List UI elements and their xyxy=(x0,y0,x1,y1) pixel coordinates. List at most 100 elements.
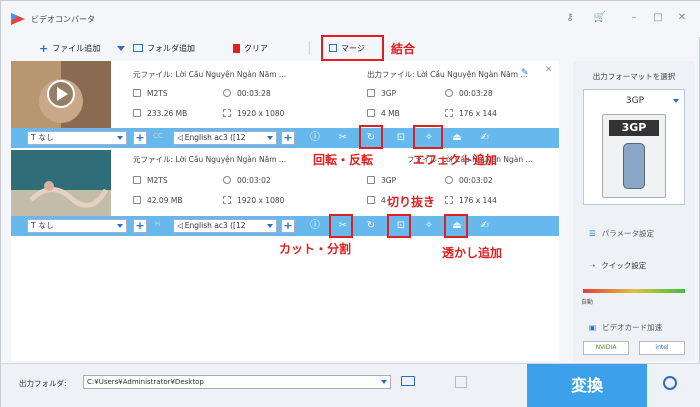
convert-button[interactable]: 変換 xyxy=(527,364,647,407)
chip-icon: ▣ xyxy=(589,322,597,332)
merge-highlight xyxy=(321,35,384,61)
file-list: 元ファイル: Lời Cầu Nguyện Ngàn Năm ... M2TS … xyxy=(11,61,559,361)
gpu-acceleration-label: ビデオカード加速 xyxy=(602,322,663,332)
speaker-icon: ◁ xyxy=(177,221,183,230)
resolution-icon xyxy=(223,109,231,117)
parameter-settings-button[interactable]: ☰ パラメータ設定 xyxy=(583,225,685,241)
rotate-icon[interactable]: ↻ xyxy=(363,218,379,234)
output-duration: 00:03:02 xyxy=(445,176,493,185)
clock-icon xyxy=(445,89,453,97)
subtitle-select[interactable]: T なし xyxy=(27,131,127,145)
app-logo-icon xyxy=(11,13,25,25)
quality-auto-label: 自動 xyxy=(581,299,594,306)
add-audio-button[interactable]: + xyxy=(281,131,295,145)
info-icon[interactable]: ⓘ xyxy=(307,130,323,146)
format-select-label: 出力フォーマットを選択 xyxy=(592,72,676,81)
source-file-name: 元ファイル: Lời Cầu Nguyện Ngàn Năm ... xyxy=(133,155,287,164)
minimize-icon[interactable]: – xyxy=(627,11,641,25)
output-size: 4 xyxy=(367,196,386,205)
thumbnail-image xyxy=(11,150,111,217)
effect-wand-icon[interactable]: ✧ xyxy=(421,218,437,234)
format-badge: 3GP xyxy=(609,120,659,136)
chevron-down-icon xyxy=(117,136,123,140)
watermark-stamp-icon[interactable]: ⏏ xyxy=(449,130,465,146)
chevron-down-icon xyxy=(673,99,679,103)
info-icon[interactable]: ⓘ xyxy=(307,218,323,234)
output-resolution: 176 x 144 xyxy=(445,109,497,118)
close-icon[interactable]: ✕ xyxy=(675,11,689,25)
rotate-highlight xyxy=(359,125,383,149)
toolbar-divider xyxy=(309,41,310,55)
file-icon xyxy=(133,109,141,117)
rotate-annotation: 回転・反転 xyxy=(313,153,374,167)
hd-icon[interactable]: H xyxy=(155,220,160,228)
source-resolution: 1920 x 1080 xyxy=(223,196,284,205)
title-bar: ビデオコンバータ ⚷ 🛒 – □ ✕ xyxy=(1,1,700,37)
file-icon xyxy=(133,196,141,204)
source-file-name: 元ファイル: Lời Cầu Nguyện Ngàn Năm ... xyxy=(133,70,287,79)
toolbar: + ファイル追加 フォルダ追加 クリア マージ xyxy=(9,37,569,59)
output-preview-icon[interactable] xyxy=(455,376,467,388)
output-file-name: 出力ファイル: Lời Cầu Nguyện Ngàn Năm ... xyxy=(367,70,528,79)
sliders-icon: ☰ xyxy=(589,228,596,238)
format-file-icon: 3GP xyxy=(602,114,666,198)
remove-file-icon[interactable]: ✕ xyxy=(545,65,553,75)
add-subtitle-button[interactable]: + xyxy=(133,219,147,233)
watermark-highlight xyxy=(444,214,468,238)
add-file-dropdown[interactable] xyxy=(117,41,125,55)
video-format-icon xyxy=(133,89,141,97)
text-icon: T xyxy=(31,221,36,230)
video-format-icon xyxy=(133,176,141,184)
subtitle-edit-icon[interactable]: ✍ xyxy=(477,218,493,234)
add-file-button[interactable]: + ファイル追加 xyxy=(39,41,100,55)
cc-icon[interactable]: CC xyxy=(153,132,163,140)
video-thumbnail[interactable] xyxy=(11,150,111,217)
effect-highlight xyxy=(413,125,443,149)
output-resolution: 176 x 144 xyxy=(445,196,497,205)
clear-button[interactable]: クリア xyxy=(233,41,268,55)
intel-badge: intel xyxy=(639,341,685,355)
edit-name-icon[interactable]: ✎ xyxy=(521,68,529,78)
add-audio-button[interactable]: + xyxy=(281,219,295,233)
video-thumbnail[interactable] xyxy=(11,61,111,128)
audio-track-select[interactable]: ◁ English ac3 ([12 xyxy=(173,131,277,145)
crop-icon[interactable]: ⊡ xyxy=(393,130,409,146)
subtitle-select[interactable]: T なし xyxy=(27,219,127,233)
chevron-down-icon xyxy=(117,224,123,228)
video-format-icon xyxy=(367,176,375,184)
scissors-icon[interactable]: ✂ xyxy=(335,130,351,146)
chevron-down-icon xyxy=(381,380,387,384)
source-duration: 00:03:02 xyxy=(223,176,271,185)
edit-toolbar: T なし + CC ◁ English ac3 ([12 + ⓘ ✂ ↻ ⊡ ✧ ⏏… xyxy=(11,128,559,148)
app-title: ビデオコンバータ xyxy=(31,15,95,24)
output-settings-panel: 出力フォーマットを選択 3GP 3GP ☰ パラメータ設定 ➝ クイック設定 自… xyxy=(573,61,695,361)
file-row: 元ファイル: Lời Cầu Nguyện Ngàn Năm ... M2TS … xyxy=(11,61,559,149)
video-format-icon xyxy=(367,89,375,97)
cart-icon[interactable]: 🛒 xyxy=(593,11,607,25)
arrow-icon: ➝ xyxy=(589,260,596,270)
source-size: 233.26 MB xyxy=(133,109,187,118)
add-folder-button[interactable]: フォルダ追加 xyxy=(133,41,195,55)
trash-icon xyxy=(233,43,240,53)
file-icon xyxy=(367,109,375,117)
alarm-clock-icon[interactable] xyxy=(663,376,677,390)
key-icon[interactable]: ⚷ xyxy=(563,11,577,25)
output-path-input[interactable]: C:¥Users¥Administrator¥Desktop xyxy=(83,375,391,389)
cut-annotation: カット・分割 xyxy=(279,242,352,256)
maximize-icon[interactable]: □ xyxy=(651,11,665,25)
gpu-acceleration-button[interactable]: ▣ ビデオカード加速 xyxy=(583,319,685,335)
nvidia-badge: NVIDIA xyxy=(583,341,629,355)
output-format-card[interactable]: 3GP 3GP xyxy=(583,89,685,205)
crop-highlight xyxy=(387,214,411,238)
clock-icon xyxy=(445,176,453,184)
source-size: 42.09 MB xyxy=(133,196,182,205)
file-icon xyxy=(367,196,375,204)
quality-slider[interactable] xyxy=(583,289,685,293)
output-size: 4 MB xyxy=(367,109,400,118)
speaker-icon: ◁ xyxy=(177,133,183,142)
add-subtitle-button[interactable]: + xyxy=(133,131,147,145)
clear-label: クリア xyxy=(244,43,268,53)
subtitle-edit-icon[interactable]: ✍ xyxy=(477,130,493,146)
audio-track-select[interactable]: ◁ English ac3 ([12 xyxy=(173,219,277,233)
folder-open-icon[interactable] xyxy=(401,376,415,386)
